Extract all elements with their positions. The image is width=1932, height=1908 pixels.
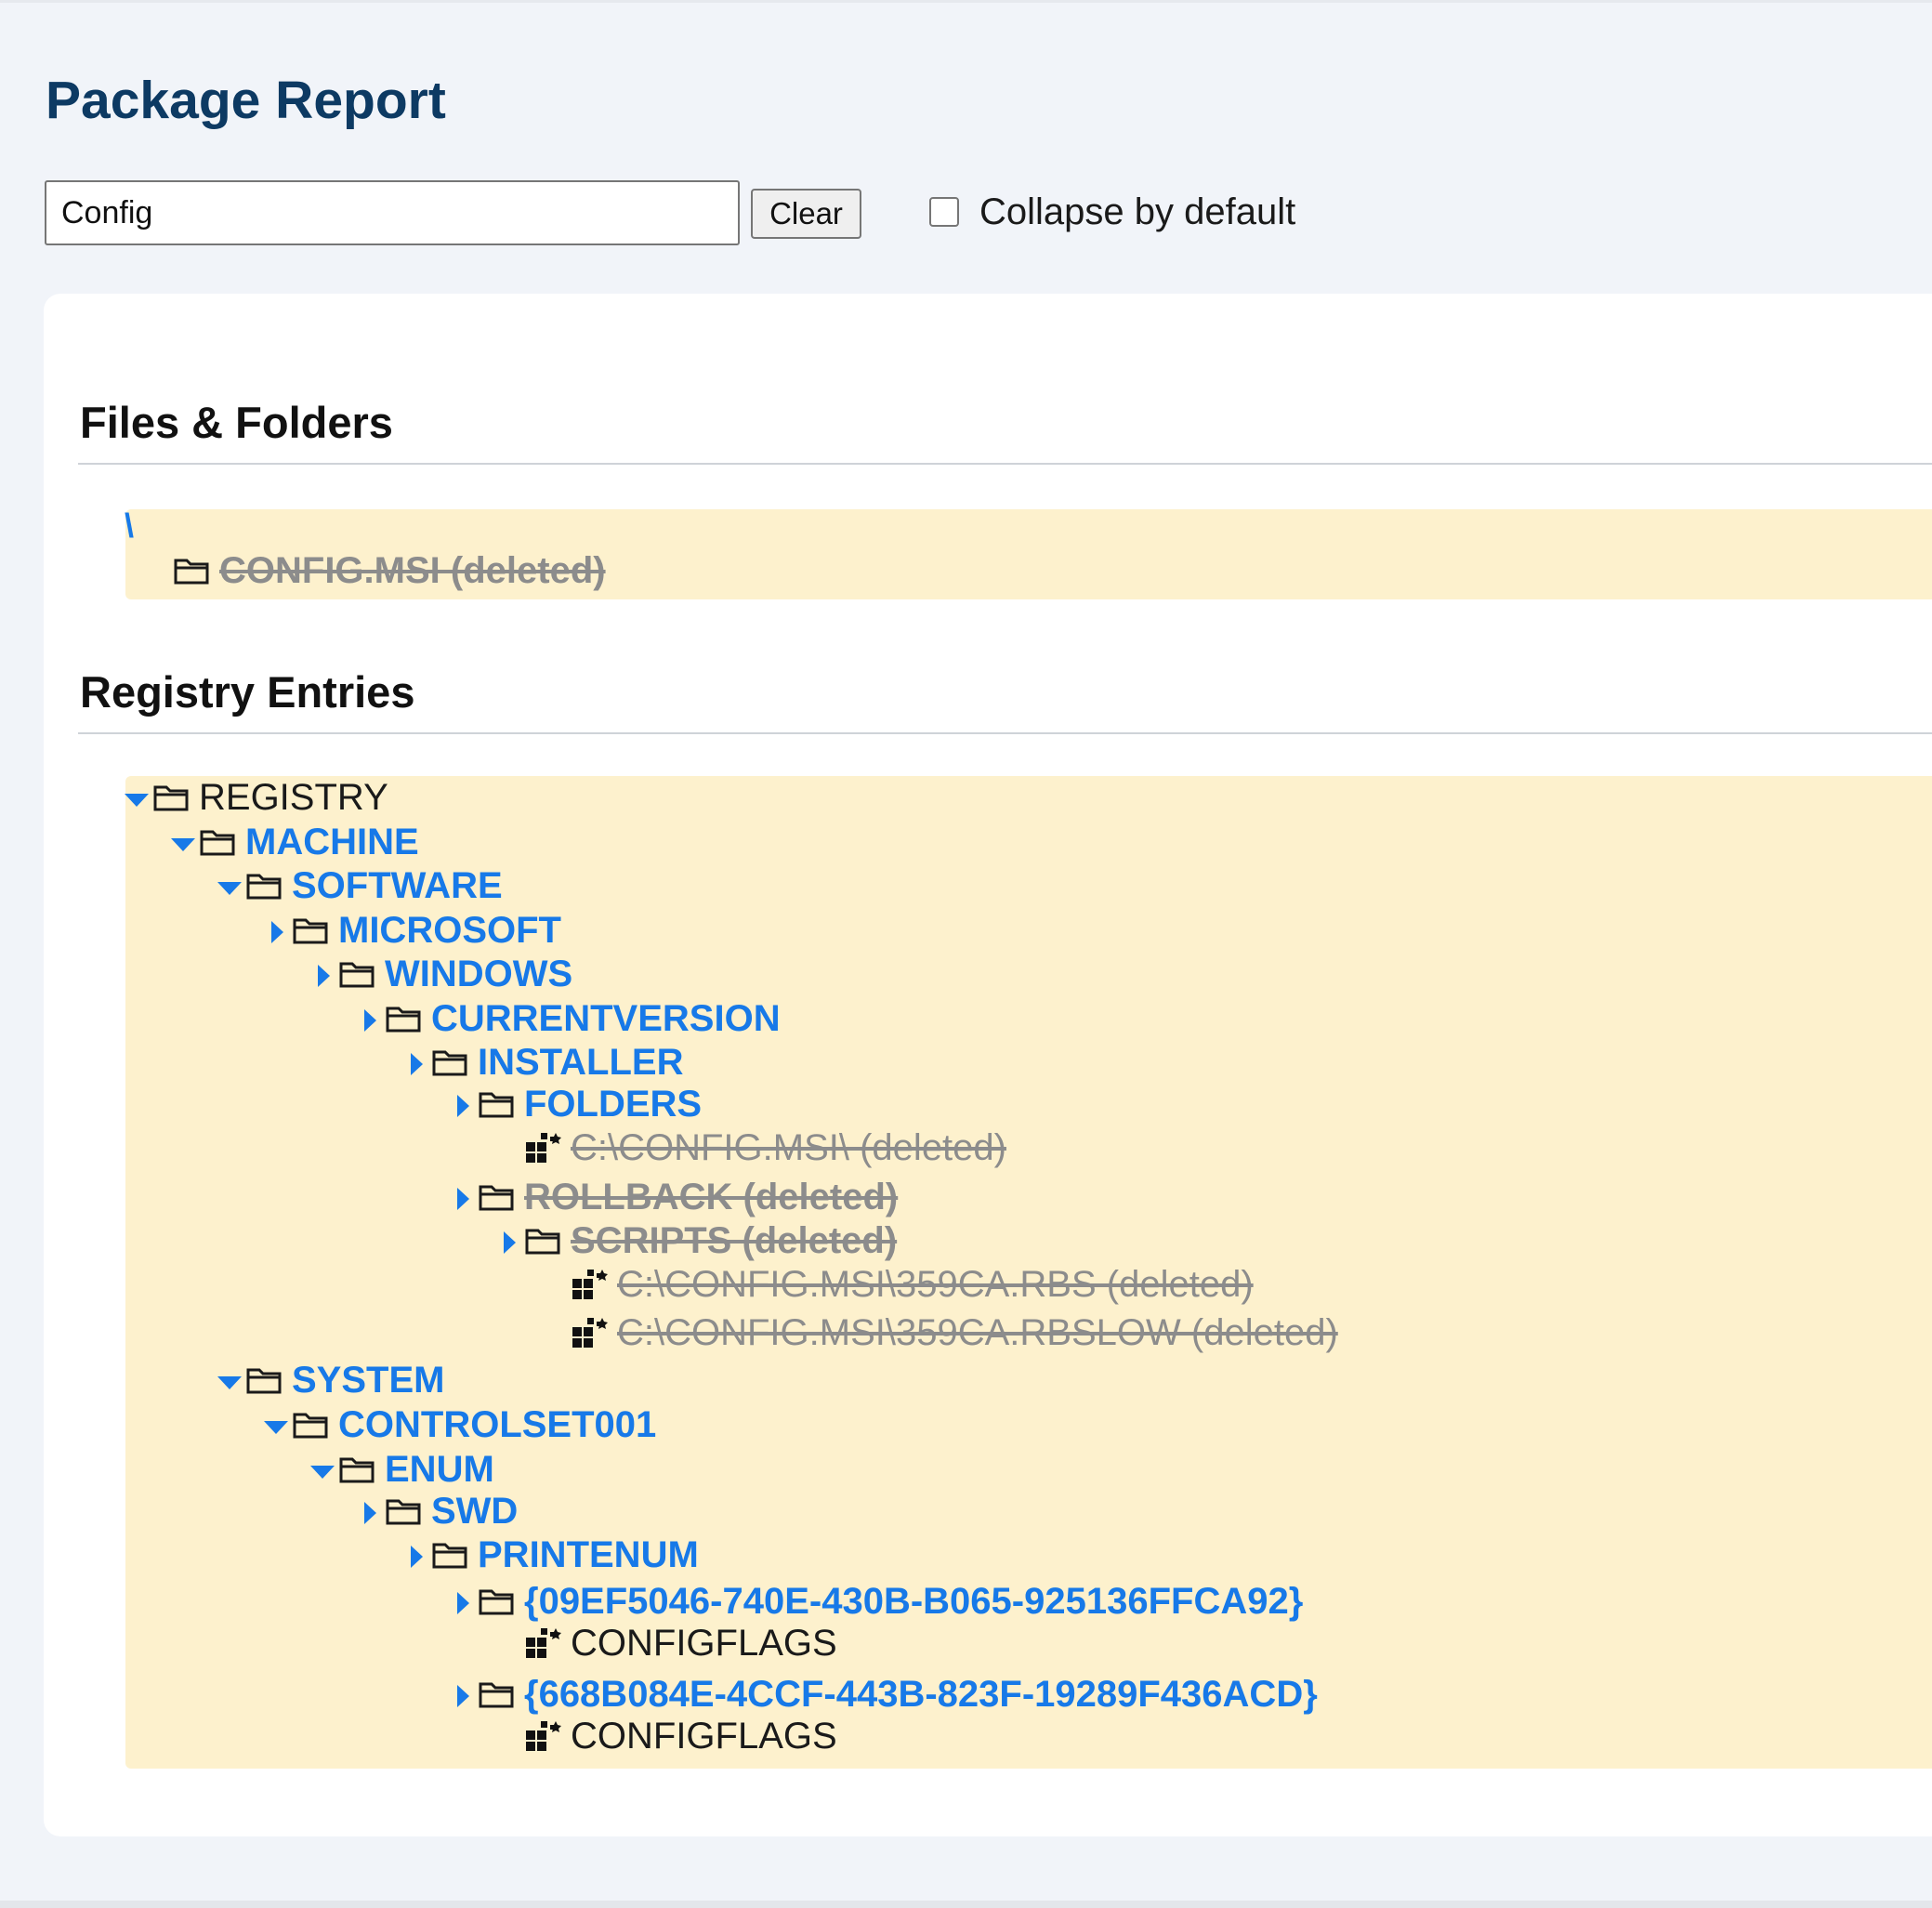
registry-node-label[interactable]: {668B084E-4CCF-443B-823F-19289F436ACD} (524, 1673, 1318, 1716)
registry-node-label[interactable]: INSTALLER (478, 1041, 683, 1084)
collapsed-caret-icon[interactable] (357, 1007, 381, 1032)
registry-node[interactable]: MICROSOFT (264, 909, 561, 952)
registry-node[interactable]: PRINTENUM (403, 1533, 699, 1576)
expanded-caret-icon[interactable] (217, 874, 242, 898)
folder-icon (246, 1368, 282, 1394)
registry-node: C:\CONFIG.MSI\359CA.RBS (deleted) (543, 1263, 1254, 1306)
folder-icon (479, 1589, 514, 1615)
registry-value-icon (572, 1318, 608, 1348)
search-input[interactable] (45, 180, 740, 245)
files-item-label: CONFIG.MSI (deleted) (219, 550, 606, 591)
registry-node-label[interactable]: FOLDERS (524, 1083, 702, 1125)
folder-icon (200, 830, 235, 856)
folder-icon (339, 1457, 375, 1483)
folder-icon (479, 1682, 514, 1708)
registry-node-label[interactable]: SYSTEM (292, 1359, 444, 1401)
registry-node[interactable]: SOFTWARE (217, 864, 503, 907)
collapsed-caret-icon[interactable] (450, 1092, 474, 1117)
folder-icon (386, 1499, 421, 1525)
registry-node[interactable]: MACHINE (171, 821, 419, 863)
folder-icon (432, 1050, 467, 1076)
registry-node[interactable]: REGISTRY (125, 776, 388, 819)
collapse-by-default-checkbox[interactable] (929, 197, 959, 227)
collapsed-caret-icon[interactable] (450, 1185, 474, 1210)
registry-node[interactable]: WINDOWS (310, 953, 572, 995)
collapsed-caret-icon[interactable] (496, 1229, 520, 1254)
collapsed-caret-icon[interactable] (403, 1543, 427, 1568)
registry-node[interactable]: {668B084E-4CCF-443B-823F-19289F436ACD} (450, 1673, 1318, 1716)
expanded-caret-icon[interactable] (171, 830, 195, 854)
registry-node[interactable]: CURRENTVERSION (357, 997, 781, 1040)
registry-node-label[interactable]: SWD (431, 1490, 518, 1533)
expanded-caret-icon[interactable] (217, 1368, 242, 1392)
window-bottom-edge (0, 1901, 1932, 1908)
registry-node-label[interactable]: CONTROLSET001 (338, 1403, 656, 1446)
registry-node-label[interactable]: MICROSOFT (338, 909, 561, 952)
clear-button[interactable]: Clear (751, 189, 861, 239)
registry-node: CONFIGFLAGS (496, 1715, 837, 1757)
collapse-by-default-label: Collapse by default (979, 191, 1296, 232)
expanded-caret-icon[interactable] (310, 1457, 335, 1481)
collapsed-caret-icon[interactable] (264, 918, 288, 943)
folder-icon (432, 1543, 467, 1569)
registry-node: C:\CONFIG.MSI\359CA.RBSLOW (deleted) (543, 1311, 1338, 1354)
registry-node-label: C:\CONFIG.MSI\ (deleted) (571, 1127, 1006, 1168)
registry-node[interactable]: FOLDERS (450, 1083, 702, 1125)
registry-node-label: CONFIGFLAGS (571, 1716, 837, 1757)
collapsed-caret-icon[interactable] (450, 1589, 474, 1614)
files-item-config-msi[interactable]: CONFIG.MSI (deleted) (173, 549, 606, 592)
registry-node[interactable]: {09EF5046-740E-430B-B065-925136FFCA92} (450, 1580, 1303, 1623)
folder-icon (339, 962, 375, 988)
page-title: Package Report (46, 71, 446, 130)
collapse-by-default-option[interactable]: Collapse by default (927, 186, 1295, 238)
folder-icon (479, 1185, 514, 1211)
registry-node-label: CONFIGFLAGS (571, 1623, 837, 1664)
registry-node-label: C:\CONFIG.MSI\359CA.RBSLOW (deleted) (617, 1312, 1338, 1353)
registry-node[interactable]: ROLLBACK (deleted) (450, 1176, 898, 1218)
registry-value-icon (572, 1270, 608, 1299)
registry-node[interactable]: CONTROLSET001 (264, 1403, 656, 1446)
collapsed-caret-icon[interactable] (310, 962, 335, 987)
registry-node-label: C:\CONFIG.MSI\359CA.RBS (deleted) (617, 1264, 1254, 1305)
registry-node-label: SCRIPTS (deleted) (571, 1220, 898, 1261)
folder-icon (386, 1007, 421, 1033)
collapsed-caret-icon[interactable] (357, 1499, 381, 1524)
registry-section-heading: Registry Entries (80, 667, 415, 717)
registry-node[interactable]: INSTALLER (403, 1041, 683, 1084)
expanded-caret-icon[interactable] (125, 785, 149, 809)
registry-node[interactable]: ENUM (310, 1448, 494, 1491)
registry-node-label[interactable]: MACHINE (245, 821, 419, 863)
folder-icon (525, 1229, 560, 1255)
registry-node-label[interactable]: CURRENTVERSION (431, 997, 781, 1040)
registry-node[interactable]: SCRIPTS (deleted) (496, 1219, 897, 1262)
registry-node-label: ROLLBACK (deleted) (524, 1177, 899, 1217)
registry-node[interactable]: SWD (357, 1490, 518, 1533)
registry-value-icon (526, 1721, 561, 1751)
registry-node-label[interactable]: {09EF5046-740E-430B-B065-925136FFCA92} (524, 1580, 1303, 1623)
folder-icon (479, 1092, 514, 1118)
collapsed-caret-icon[interactable] (450, 1682, 474, 1707)
registry-node-label[interactable]: PRINTENUM (478, 1533, 699, 1576)
registry-node[interactable]: SYSTEM (217, 1359, 444, 1401)
registry-value-icon (526, 1628, 561, 1658)
registry-node-label[interactable]: ENUM (385, 1448, 494, 1491)
registry-node-label[interactable]: SOFTWARE (292, 864, 503, 907)
registry-node: CONFIGFLAGS (496, 1622, 837, 1665)
folder-icon (153, 785, 189, 811)
folder-icon (246, 874, 282, 900)
folder-icon (293, 918, 328, 944)
expanded-caret-icon[interactable] (264, 1413, 288, 1437)
registry-node-label[interactable]: WINDOWS (385, 953, 572, 995)
registry-node-label: REGISTRY (199, 777, 388, 818)
window-top-edge (0, 0, 1932, 3)
files-root-link[interactable]: \ (125, 507, 134, 546)
folder-icon (174, 559, 209, 585)
registry-value-icon (526, 1133, 561, 1163)
files-section-divider (78, 463, 1932, 465)
folder-icon (293, 1413, 328, 1439)
registry-section-divider (78, 732, 1932, 734)
files-section-heading: Files & Folders (80, 398, 393, 447)
registry-node: C:\CONFIG.MSI\ (deleted) (496, 1126, 1006, 1169)
collapsed-caret-icon[interactable] (403, 1050, 427, 1075)
